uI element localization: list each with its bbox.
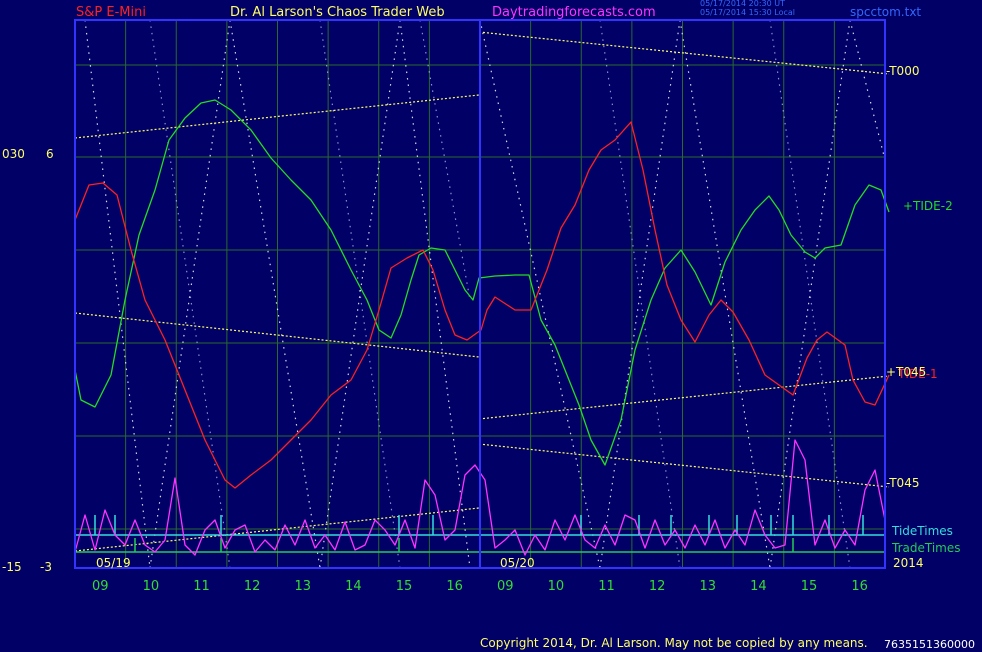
date-label-day2: 05/20 [500, 556, 535, 570]
x-tick-label-8: 09 [497, 579, 514, 594]
cycle-dots-2 [229, 19, 321, 569]
year-label: 2014 [893, 556, 924, 570]
x-tick-label-15: 16 [851, 579, 868, 594]
copyright-notice: Copyright 2014, Dr. Al Larson. May not b… [480, 636, 868, 650]
x-tick-label-5: 14 [345, 579, 362, 594]
label-tide2: +TIDE-2 [903, 199, 953, 213]
x-tick-label-9: 10 [548, 579, 565, 594]
cycle-dots-7 [679, 19, 771, 569]
x-tick-label-1: 10 [143, 579, 160, 594]
cycle-dots-5 [479, 19, 601, 569]
cycle-dots-9 [849, 19, 886, 161]
label-t045-plus: +T045 [886, 365, 926, 379]
series-line-0 [74, 99, 890, 466]
x-tick-label-14: 15 [801, 579, 818, 594]
cycle-dots-0 [84, 19, 151, 569]
label-t000: -T000 [886, 64, 919, 78]
date-label-day1: 05/19 [96, 556, 131, 570]
label-t045-minus: -T045 [886, 476, 919, 490]
x-tick-labels: 09 10 11 12 13 14 15 16 09 10 11 12 13 14 15 16 [92, 579, 868, 594]
series-labels: -T000+TIDE-2TIDE-1+T045-T045TideTimesTra… [886, 64, 960, 555]
channel-line-5 [478, 443, 890, 488]
x-tick-label-13: 14 [750, 579, 767, 594]
channel-line-3 [478, 31, 890, 75]
series-line-1 [74, 121, 890, 489]
x-tick-label-12: 13 [700, 579, 717, 594]
x-tick-label-10: 11 [598, 579, 615, 594]
x-tick-label-2: 11 [193, 579, 210, 594]
chart-canvas: 09 10 11 12 13 14 15 16 09 10 11 12 13 14 15 16 -T000 +T… [74, 19, 960, 594]
x-tick-label-3: 12 [244, 579, 261, 594]
x-tick-label-6: 15 [396, 579, 413, 594]
series-layer [74, 99, 890, 556]
x-tick-label-11: 12 [649, 579, 666, 594]
label-trade-times: TradeTimes [891, 541, 960, 555]
channel-lines [74, 31, 890, 552]
label-tide-times: TideTimes [891, 524, 953, 538]
x-tick-label-7: 16 [446, 579, 463, 594]
x-tick-label-0: 09 [92, 579, 109, 594]
x-tick-label-4: 13 [295, 579, 312, 594]
